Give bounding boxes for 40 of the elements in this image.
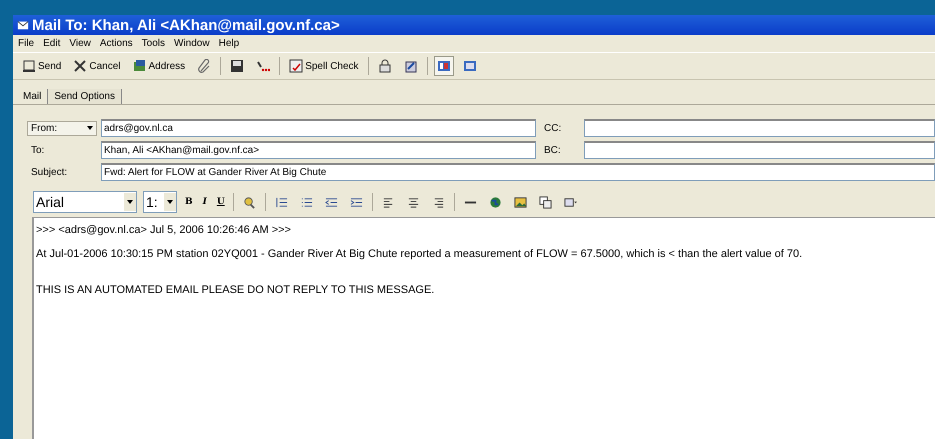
message-body[interactable] bbox=[32, 217, 935, 439]
font-dropdown[interactable]: Arial bbox=[33, 191, 137, 213]
to-field[interactable]: Khan, Ali <AKhan@mail.gov.nf.ca> bbox=[101, 141, 536, 159]
toolbar-button[interactable]: Cancel bbox=[70, 56, 124, 76]
send-icon bbox=[22, 59, 36, 73]
toolbar-button[interactable]: Spell Check bbox=[286, 56, 362, 76]
from-dropdown[interactable]: From: bbox=[27, 120, 97, 136]
mail-icon bbox=[17, 19, 29, 31]
field-label: BC: bbox=[543, 144, 562, 156]
field-label: To: bbox=[30, 144, 46, 156]
menu-item[interactable]: View bbox=[69, 38, 91, 49]
menu-item[interactable]: Help bbox=[218, 38, 240, 49]
cc-field[interactable] bbox=[584, 119, 935, 137]
menu-item[interactable]: Actions bbox=[100, 38, 133, 49]
format-button[interactable]: U bbox=[214, 197, 227, 207]
menu-item[interactable]: File bbox=[18, 38, 34, 49]
subject-field[interactable]: Fwd: Alert for FLOW at Gander River At Big Chute bbox=[101, 163, 935, 181]
bc-field[interactable] bbox=[584, 141, 935, 159]
address-book-icon bbox=[132, 59, 146, 73]
menu-item[interactable]: Edit bbox=[43, 38, 60, 49]
format-button[interactable]: I bbox=[200, 197, 209, 207]
tab[interactable]: Send Options bbox=[47, 89, 122, 104]
window-title: Mail To: Khan, Ali <AKhan@mail.gov.nf.ca> bbox=[32, 16, 340, 34]
field-label: CC: bbox=[543, 122, 562, 134]
menu-item[interactable]: Window bbox=[174, 38, 210, 49]
window-icon bbox=[462, 59, 477, 73]
window-icon bbox=[436, 59, 451, 73]
menu-item[interactable]: Tools bbox=[142, 38, 166, 49]
size-dropdown[interactable]: 1: bbox=[143, 191, 177, 213]
message-text: At Jul-01-2006 10:30:15 PM station 02YQ001 - Gander River At Big Chute reported a measurement of FLOW = 67.5000, which is < than the alert value of 70. bbox=[36, 248, 804, 260]
toolbar-button[interactable]: Address bbox=[130, 56, 188, 76]
toolbar-button[interactable]: Send bbox=[19, 56, 64, 76]
format-button[interactable]: B bbox=[183, 197, 195, 207]
message-text: >>> <adrs@gov.nl.ca> Jul 5, 2006 10:26:46 AM >>> bbox=[36, 224, 292, 236]
cancel-icon bbox=[73, 59, 88, 73]
spell-check-icon bbox=[289, 59, 304, 73]
field-label: Subject: bbox=[30, 166, 68, 178]
view-toggle-button[interactable] bbox=[434, 56, 454, 76]
message-text: THIS IS AN AUTOMATED EMAIL PLEASE DO NOT REPLY TO THIS MESSAGE. bbox=[36, 284, 436, 296]
from-field[interactable]: adrs@gov.nl.ca bbox=[101, 119, 536, 137]
